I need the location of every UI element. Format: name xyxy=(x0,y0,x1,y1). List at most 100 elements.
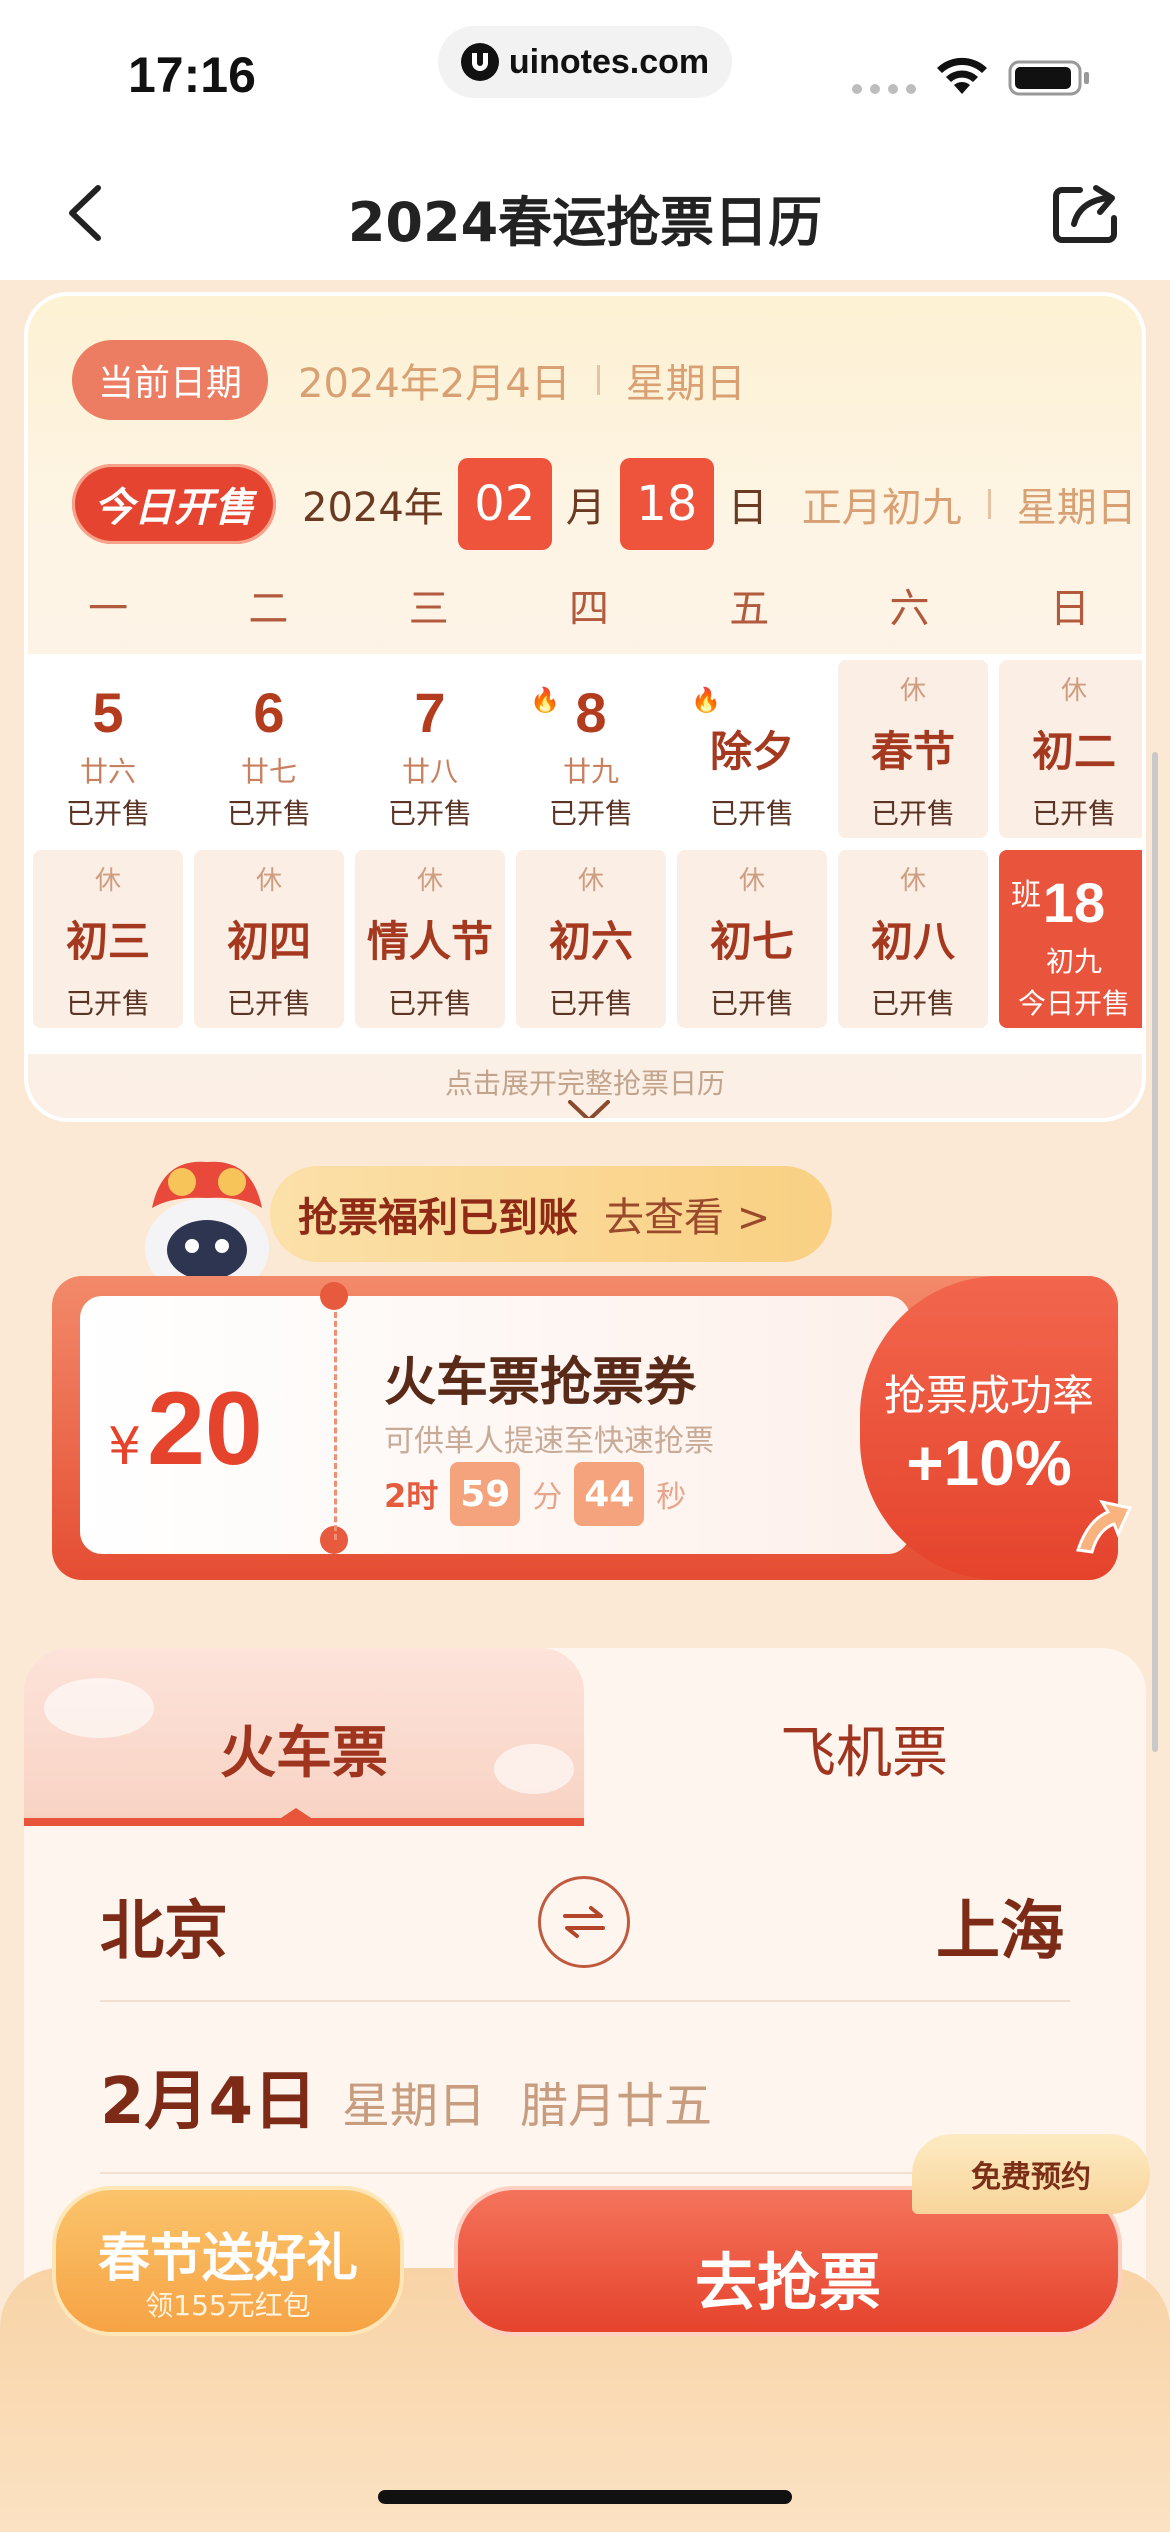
coupon-divider xyxy=(334,1312,337,1540)
day-festival: 初四 xyxy=(226,917,311,966)
tab-train-label: 火车票 xyxy=(220,1721,388,1786)
signal-icon xyxy=(852,84,916,94)
chevron-down-icon[interactable] xyxy=(564,1096,614,1122)
day-status: 已开售 xyxy=(226,987,311,1020)
calendar-day[interactable]: 休初二 已开售 xyxy=(999,660,1142,838)
sale-date-row: 今日开售 2024年 02 月 18 日 正月初九 星期日 xyxy=(72,458,1137,550)
current-date-label: 当前日期 xyxy=(72,340,269,420)
free-reserve-badge[interactable]: 免费预约 xyxy=(912,2134,1150,2214)
day-festival: 除夕 xyxy=(709,727,794,776)
day-status: 已开售 xyxy=(65,797,150,830)
day-status: 已开售 xyxy=(226,797,311,830)
weekday-label: 五 xyxy=(729,586,770,632)
currency-symbol: ¥ xyxy=(108,1417,142,1477)
sale-label: 今日开售 xyxy=(72,464,276,544)
calendar-day[interactable]: 休初六 已开售 xyxy=(516,850,666,1028)
coupon-subtitle: 可供单人提速至快速抢票 xyxy=(384,1424,714,1459)
calendar-day[interactable]: 5 廿六 已开售 xyxy=(33,660,183,838)
current-date-row: 当前日期 2024年2月4日 星期日 xyxy=(72,340,746,420)
day-status: 已开售 xyxy=(1031,797,1116,830)
swap-icon xyxy=(563,1906,605,1938)
current-weekday: 星期日 xyxy=(625,361,746,407)
seconds-unit: 秒 xyxy=(656,1480,687,1515)
coupon-title: 火车票抢票券 xyxy=(384,1353,697,1413)
battery-icon xyxy=(1008,60,1089,96)
sale-year: 2024年 xyxy=(302,485,444,531)
minutes-unit: 分 xyxy=(532,1480,563,1515)
day-festival: 春节 xyxy=(870,727,955,776)
day-lunar: 初九 xyxy=(1045,945,1102,978)
day-number: 5 xyxy=(92,681,124,744)
weekday-label: 六 xyxy=(889,586,930,632)
benefit-link[interactable]: 去查看 > xyxy=(604,1185,770,1243)
day-tag: 休 xyxy=(255,866,282,896)
status-bar: 17:16 uinotes.com xyxy=(0,0,1170,150)
calendar-day[interactable]: 休初三 已开售 xyxy=(33,850,183,1028)
travel-date[interactable]: 2月4日 xyxy=(100,2050,317,2142)
tab-train[interactable]: 火车票 xyxy=(24,1648,584,1826)
rate-label: 抢票成功率 xyxy=(883,1371,1094,1420)
day-festival: 初二 xyxy=(1031,727,1116,776)
day-tag: 休 xyxy=(899,866,926,896)
tab-indicator xyxy=(278,1808,314,1820)
day-festival: 初三 xyxy=(65,917,150,966)
gift-title: 春节送好礼 xyxy=(97,2229,358,2289)
swap-cities-button[interactable] xyxy=(538,1876,630,1968)
divider xyxy=(100,2000,1070,2002)
day-number: 6 xyxy=(253,681,285,744)
url-pill[interactable]: uinotes.com xyxy=(438,26,732,98)
fire-icon: 🔥 xyxy=(691,686,721,714)
current-date: 2024年2月4日 xyxy=(298,361,571,407)
day-status: 已开售 xyxy=(548,987,633,1020)
calendar-day[interactable]: 6 廿七已开售 xyxy=(194,660,344,838)
day-lunar: 廿七 xyxy=(240,755,297,788)
countdown-timer: 2时 59 分 44 秒 xyxy=(384,1462,686,1526)
tab-flight[interactable]: 飞机票 xyxy=(584,1648,1144,1826)
gift-subtitle: 领155元红包 xyxy=(145,2289,311,2322)
calendar-day[interactable]: 休初四 已开售 xyxy=(194,850,344,1028)
to-city[interactable]: 上海 xyxy=(936,1880,1064,1972)
day-number: 7 xyxy=(414,681,446,744)
calendar-day[interactable]: 休初七 已开售 xyxy=(677,850,827,1028)
weekday-label: 三 xyxy=(408,586,449,632)
calendar-panel: 当前日期 2024年2月4日 星期日 今日开售 2024年 02 月 18 日 … xyxy=(24,292,1146,1122)
day-status: 已开售 xyxy=(387,987,472,1020)
coupon-amount: 20 xyxy=(147,1371,263,1487)
wifi-icon xyxy=(937,57,987,94)
calendar-day-today[interactable]: 班 18 初九 今日开售 xyxy=(999,850,1142,1028)
share-icon[interactable] xyxy=(1050,180,1120,246)
day-tag: 休 xyxy=(416,866,443,896)
gift-button[interactable]: 春节送好礼 领155元红包 xyxy=(52,2186,404,2336)
day-lunar: 廿八 xyxy=(401,755,458,788)
sale-lunar: 正月初九 xyxy=(801,485,962,531)
day-festival: 初八 xyxy=(870,917,955,966)
day-tag: 休 xyxy=(1060,676,1087,706)
day-status: 已开售 xyxy=(870,987,955,1020)
scrollbar[interactable] xyxy=(1152,752,1158,1752)
calendar-day[interactable]: 🔥 除夕已开售 xyxy=(677,660,827,838)
nav-bar: 2024春运抢票日历 xyxy=(0,150,1170,280)
page-title: 2024春运抢票日历 xyxy=(347,191,823,254)
day-status: 今日开售 xyxy=(1017,987,1130,1020)
benefit-title: 抢票福利已到账 xyxy=(298,1195,578,1241)
benefit-banner[interactable]: 抢票福利已到账 去查看 > xyxy=(270,1166,832,1262)
calendar-day[interactable]: 休春节 已开售 xyxy=(838,660,988,838)
calendar-day[interactable]: 🔥 8 廿九 已开售 xyxy=(516,660,666,838)
calendar-day[interactable]: 休初八 已开售 xyxy=(838,850,988,1028)
countdown-seconds: 44 xyxy=(574,1462,645,1526)
day-status: 已开售 xyxy=(709,797,794,830)
weekday-header: 一 二 三 四 五 六 日 xyxy=(28,576,1142,634)
weekday-label: 日 xyxy=(1049,586,1090,632)
day-status: 已开售 xyxy=(548,797,633,830)
url-text: uinotes.com xyxy=(508,42,710,81)
day-tag: 休 xyxy=(738,866,765,896)
day-festival: 情人节 xyxy=(366,917,493,966)
day-tag: 休 xyxy=(899,676,926,706)
tab-flight-label: 飞机票 xyxy=(780,1721,948,1786)
calendar-day[interactable]: 7 廿八 已开售 xyxy=(355,660,505,838)
day-tag: 休 xyxy=(94,866,121,896)
from-city[interactable]: 北京 xyxy=(100,1880,228,1972)
calendar-day[interactable]: 休情人节 已开售 xyxy=(355,850,505,1028)
calendar-grid: 5 廿六 已开售 6 廿七 已开售 7 廿八 已开售 🔥 8 廿九 已开售 🔥 除夕 已开售休春节 已开售休初二… xyxy=(28,654,1142,1054)
divider xyxy=(987,489,991,519)
